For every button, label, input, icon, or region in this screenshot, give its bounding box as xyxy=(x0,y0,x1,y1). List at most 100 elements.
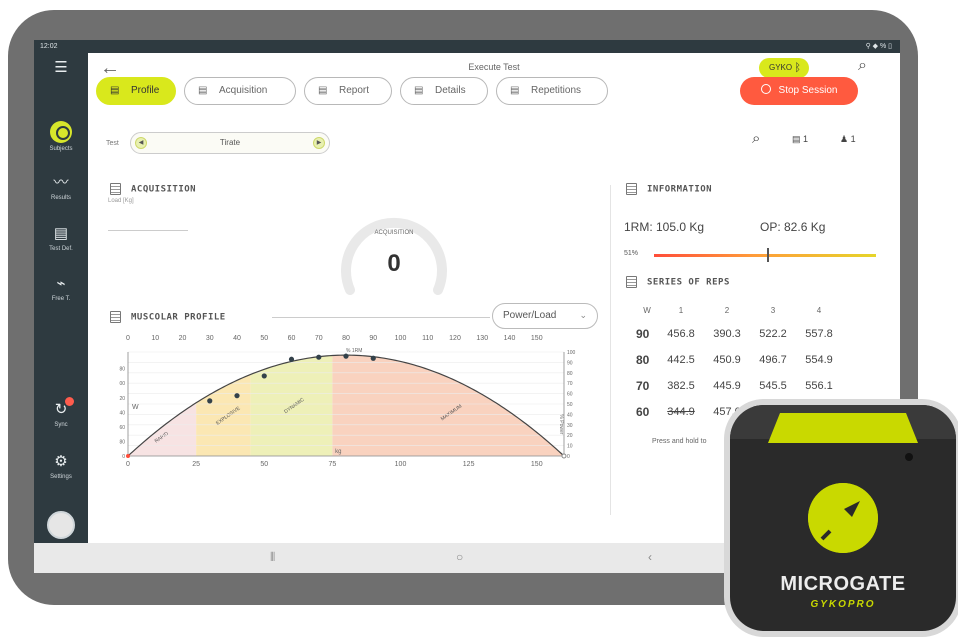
top-tick-label: 100 xyxy=(395,335,407,342)
menu-icon[interactable]: ☰ xyxy=(34,59,88,80)
sync-icon: ↻ xyxy=(54,401,68,418)
section-icon xyxy=(110,311,121,323)
home-icon[interactable]: ○ xyxy=(456,550,463,564)
y2-tick-label: 80 xyxy=(567,371,573,377)
muscular-profile-title-text: MUSCOLAR PROFILE xyxy=(131,312,226,323)
y2-tick-label: 70 xyxy=(567,381,573,387)
top-axis-label: % 1RM xyxy=(346,348,362,354)
percent-label: 51% xyxy=(624,250,639,257)
data-point xyxy=(370,355,376,361)
tab-label: Acquisition xyxy=(219,85,268,96)
test-label: Test xyxy=(106,140,119,147)
tab-icon: ▤ xyxy=(414,85,424,96)
top-tick-label: 120 xyxy=(449,335,461,342)
series-row[interactable]: 90 456.8 390.3 522.2 557.8 xyxy=(636,321,842,347)
series-weight: 60 xyxy=(636,405,650,419)
load-label: Load [Kg] xyxy=(108,198,134,204)
tab-report[interactable]: ▤ Report xyxy=(304,77,392,105)
section-icon xyxy=(626,276,637,288)
y-tick-label: 00 xyxy=(119,381,125,387)
series-row[interactable]: 80 442.5 450.9 496.7 554.9 xyxy=(636,347,842,373)
y2-axis-label: % Power xyxy=(558,414,564,434)
information-title-text: INFORMATION xyxy=(647,184,713,195)
top-tick-label: 0 xyxy=(126,335,130,342)
sidebar-item-test-def[interactable]: ▤ Test Def. xyxy=(34,225,88,252)
user-avatar[interactable] xyxy=(47,511,75,539)
results-icon: 〰 xyxy=(53,174,69,191)
optimal-power-value: OP: 82.6 Kg xyxy=(760,220,826,234)
y2-tick-label: 20 xyxy=(567,433,573,439)
tab-icon: ▤ xyxy=(318,85,328,96)
sidebar: ☰ Subjects 〰 Results ▤ Test Def. ⌁ Free … xyxy=(34,53,88,543)
sidebar-item-label: Results xyxy=(50,195,71,201)
top-tick-label: 70 xyxy=(315,335,323,342)
user-count-value: 1 xyxy=(850,134,856,144)
section-icon xyxy=(626,183,637,195)
search-icon[interactable]: ⌕ xyxy=(752,130,760,147)
series-value: 442.5 xyxy=(667,354,695,366)
percent-bar xyxy=(654,254,876,257)
series-value: 557.8 xyxy=(805,328,833,340)
list-count-value: 1 xyxy=(803,134,809,144)
top-tick-label: 60 xyxy=(288,335,296,342)
series-row[interactable]: 70 382.5 445.9 545.5 556.1 xyxy=(636,373,842,399)
next-icon[interactable]: ▶ xyxy=(313,137,325,149)
device-yellow-strip xyxy=(768,413,918,443)
data-point xyxy=(207,398,213,404)
tab-details[interactable]: ▤ Details xyxy=(400,77,488,105)
section-icon xyxy=(110,183,121,195)
tab-acquisition[interactable]: ▤ Acquisition xyxy=(184,77,296,105)
sidebar-item-results[interactable]: 〰 Results xyxy=(34,174,88,201)
hamburger-icon: ☰ xyxy=(54,59,68,76)
y2-tick-label: 90 xyxy=(567,360,573,366)
power-load-value: Power/Load xyxy=(503,310,557,321)
bluetooth-icon: ᛒ xyxy=(794,62,801,74)
device-pill-label: GYKO xyxy=(769,63,793,72)
user-count[interactable]: ♟ 1 xyxy=(840,134,856,145)
series-header-row: W 1 2 3 4 xyxy=(636,299,842,321)
series-header: W xyxy=(643,305,651,315)
x-tick-label: 50 xyxy=(260,461,268,468)
sidebar-item-label: Test Def. xyxy=(49,246,73,252)
series-value: 445.9 xyxy=(713,380,741,392)
series-weight: 70 xyxy=(636,379,650,393)
microgate-wordmark: MICROGATE xyxy=(780,573,906,595)
chevron-down-icon: ⌄ xyxy=(579,310,587,320)
top-tick-label: 150 xyxy=(531,335,543,342)
gauge-value: 0 xyxy=(387,250,401,277)
sidebar-item-subjects[interactable]: Subjects xyxy=(34,121,88,152)
tab-label: Repetitions xyxy=(531,85,582,96)
tab-profile[interactable]: ▤ Profile xyxy=(96,77,176,105)
series-header: 3 xyxy=(770,305,776,315)
series-weight: 90 xyxy=(636,327,650,341)
series-value: 344.9 xyxy=(667,406,695,418)
device-pill[interactable]: GYKO ᛒ xyxy=(759,58,809,78)
x-tick-label: 150 xyxy=(531,461,543,468)
status-time: 12:02 xyxy=(40,43,58,50)
nav-back-icon[interactable]: ‹ xyxy=(648,550,652,564)
test-def-icon: ▤ xyxy=(53,225,69,242)
load-line xyxy=(108,230,188,231)
prev-icon[interactable]: ◀ xyxy=(135,137,147,149)
stop-session-button[interactable]: Stop Session xyxy=(740,77,858,105)
top-tick-label: 50 xyxy=(260,335,268,342)
x-tick-label: 100 xyxy=(395,461,407,468)
sidebar-item-free-test[interactable]: ⌁ Free T. xyxy=(34,275,88,302)
y-tick-label: 20 xyxy=(119,396,125,402)
recents-icon[interactable]: ⦀ xyxy=(270,550,275,565)
y-tick-label: 0 xyxy=(122,454,125,460)
search-icon[interactable]: ⌕ xyxy=(858,57,867,75)
tab-repetitions[interactable]: ▤ Repetitions xyxy=(496,77,608,105)
sidebar-item-settings[interactable]: ⚙ Settings xyxy=(34,453,88,480)
power-load-select[interactable]: Power/Load ⌄ xyxy=(492,303,598,329)
sidebar-item-sync[interactable]: ↻ Sync xyxy=(34,397,88,428)
y2-tick-label: 30 xyxy=(567,423,573,429)
chart-zones: RAPIDEXPLOSIVE DYNAMIC MAXIMUM xyxy=(128,355,564,456)
top-tick-label: 40 xyxy=(233,335,241,342)
y-axis-label: W xyxy=(132,404,139,411)
list-count[interactable]: ▤ 1 xyxy=(792,134,808,145)
data-point xyxy=(288,356,295,362)
test-select[interactable]: ◀ Tirate ▶ xyxy=(130,132,330,154)
sidebar-item-label: Sync xyxy=(54,422,68,428)
top-tick-label: 20 xyxy=(179,335,187,342)
